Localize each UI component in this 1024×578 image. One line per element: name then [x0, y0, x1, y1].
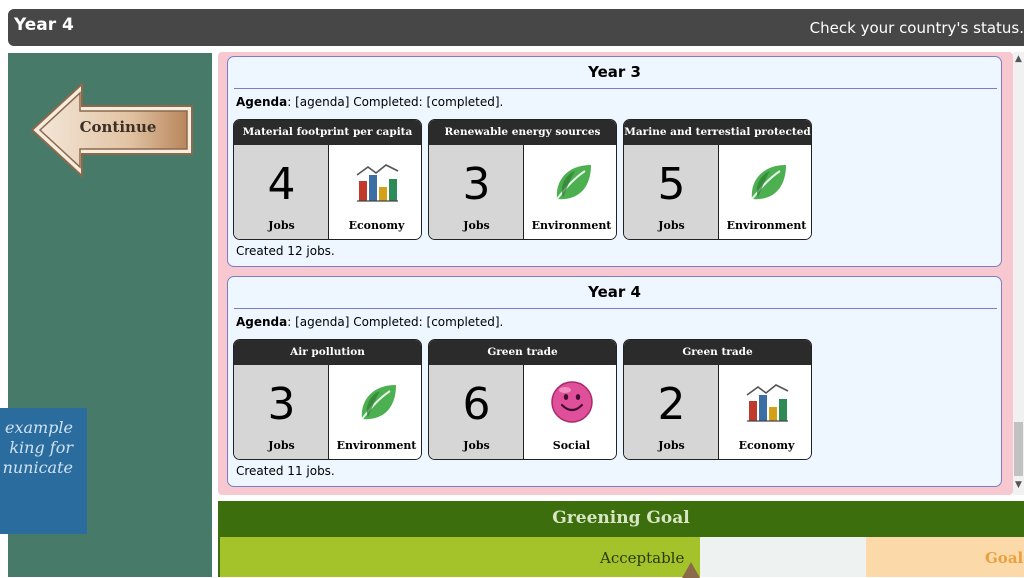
economy-chart-icon — [356, 164, 399, 202]
smiley-icon — [551, 381, 593, 423]
jobs-label: Jobs — [268, 219, 295, 232]
year-card-title: Year 4 — [588, 283, 641, 301]
category-label: Environment — [531, 219, 612, 232]
policy-tile[interactable]: Marine and terrestial protected 5 Jobs E… — [623, 119, 812, 240]
divider — [234, 88, 997, 89]
created-jobs-text: Created 11 jobs. — [236, 464, 335, 478]
policy-tile[interactable]: Green trade 6 Jobs Social — [428, 339, 617, 460]
tile-title: Green trade — [624, 340, 811, 365]
agenda-line: Agenda: [agenda] Completed: [completed]. — [236, 315, 503, 329]
agenda-line: Agenda: [agenda] Completed: [completed]. — [236, 95, 503, 109]
policy-tile[interactable]: Renewable energy sources 3 Jobs Environm… — [428, 119, 617, 240]
jobs-label: Jobs — [463, 219, 490, 232]
tile-title: Material footprint per capita — [234, 120, 421, 145]
tile-category: Environment — [330, 365, 421, 459]
jobs-label: Jobs — [658, 219, 685, 232]
caption-line: example — [4, 418, 73, 437]
tile-title: Marine and terrestial protected — [624, 120, 811, 145]
jobs-label: Jobs — [658, 439, 685, 452]
category-label: Social — [552, 439, 591, 452]
jobs-label: Jobs — [268, 439, 295, 452]
continue-button[interactable]: Continue — [30, 80, 200, 180]
tile-title: Air pollution — [234, 340, 421, 365]
year-card-title: Year 3 — [588, 63, 641, 81]
current-year-title: Year 4 — [14, 15, 74, 35]
caption-line: nunicate — [2, 458, 73, 477]
goal-label: Goal — [985, 549, 1024, 567]
scrollbar-thumb[interactable] — [1014, 422, 1023, 476]
tile-category: Social — [525, 365, 616, 459]
created-jobs-text: Created 12 jobs. — [236, 244, 335, 258]
acceptable-label: Acceptable — [600, 549, 685, 567]
tile-jobs: 2 Jobs — [624, 365, 719, 459]
jobs-count: 3 — [267, 379, 296, 430]
caption-line: king for — [9, 438, 73, 457]
tile-category: Environment — [525, 145, 616, 239]
progress-marker-icon — [682, 562, 700, 578]
scroll-up-arrow-icon[interactable]: ▲ — [1013, 52, 1024, 66]
tile-title: Green trade — [429, 340, 616, 365]
policy-tile[interactable]: Green trade 2 Jobs Economy — [623, 339, 812, 460]
year-card: Year 4 Agenda: [agenda] Completed: [comp… — [227, 276, 1002, 487]
category-label: Environment — [336, 439, 417, 452]
goal-progress-mid-zone — [700, 537, 866, 577]
tile-title: Renewable energy sources — [429, 120, 616, 145]
agenda-text: : [agenda] Completed: [completed]. — [287, 95, 504, 109]
jobs-count: 3 — [462, 159, 491, 210]
year-card: Year 3 Agenda: [agenda] Completed: [comp… — [227, 56, 1002, 267]
tile-jobs: 3 Jobs — [234, 365, 329, 459]
tile-category: Economy — [720, 365, 811, 459]
jobs-count: 4 — [267, 159, 296, 210]
leaf-icon — [751, 165, 786, 200]
greening-goal-title: Greening Goal — [552, 508, 690, 528]
agenda-text: : [agenda] Completed: [completed]. — [287, 315, 504, 329]
check-status-link[interactable]: Check your country's status. — [810, 19, 1024, 37]
policy-tile[interactable]: Material footprint per capita 4 Jobs Eco… — [233, 119, 422, 240]
agenda-label: Agenda — [236, 315, 288, 329]
tile-jobs: 4 Jobs — [234, 145, 329, 239]
continue-label: Continue — [79, 118, 157, 136]
leaf-icon — [361, 385, 396, 420]
jobs-count: 6 — [462, 379, 491, 430]
caption-box: example king for nunicate — [0, 408, 87, 534]
tile-jobs: 6 Jobs — [429, 365, 524, 459]
category-label: Environment — [726, 219, 807, 232]
category-label: Economy — [738, 439, 795, 452]
tile-category: Environment — [720, 145, 811, 239]
tile-jobs: 3 Jobs — [429, 145, 524, 239]
jobs-count: 2 — [657, 379, 686, 430]
jobs-count: 5 — [657, 159, 686, 210]
divider — [234, 308, 997, 309]
category-label: Economy — [348, 219, 405, 232]
policy-tile[interactable]: Air pollution 3 Jobs Environment — [233, 339, 422, 460]
scroll-down-arrow-icon[interactable]: ▼ — [1013, 478, 1024, 492]
top-bar: Year 4 Check your country's status. — [8, 9, 1024, 46]
jobs-label: Jobs — [463, 439, 490, 452]
agenda-label: Agenda — [236, 95, 288, 109]
leaf-icon — [556, 165, 591, 200]
tile-jobs: 5 Jobs — [624, 145, 719, 239]
economy-chart-icon — [746, 384, 789, 422]
tile-category: Economy — [330, 145, 421, 239]
